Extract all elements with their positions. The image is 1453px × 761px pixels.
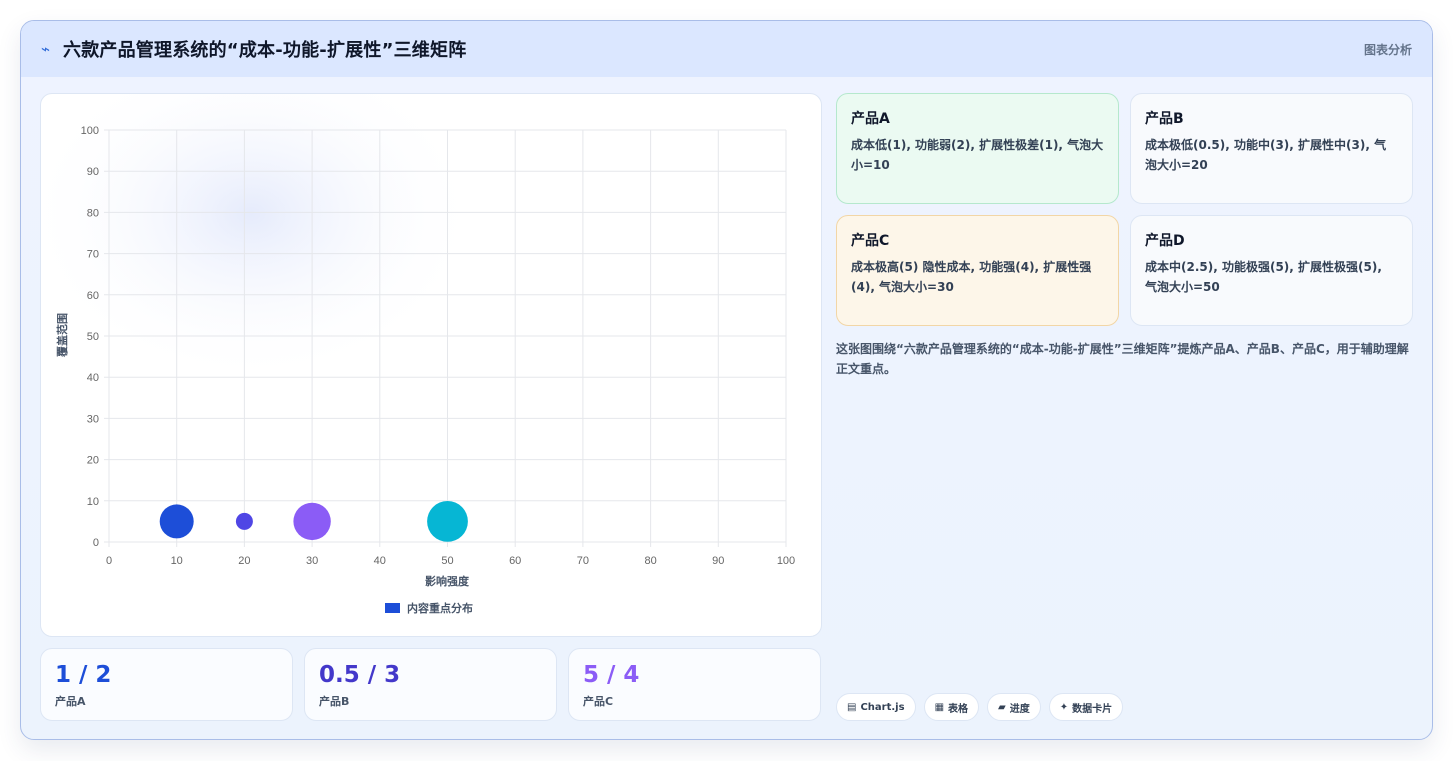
stat-label: 产品C [583, 695, 614, 708]
header-bar: ⌁ 六款产品管理系统的“成本-功能-扩展性”三维矩阵 图表分析 [21, 21, 1432, 77]
product-desc: 成本极低(0.5), 功能中(3), 扩展性中(3), 气泡大小=20 [1145, 138, 1387, 172]
x-tick-label: 10 [171, 555, 183, 567]
product-desc: 成本低(1), 功能弱(2), 扩展性极差(1), 气泡大小=10 [851, 138, 1104, 172]
x-tick-label: 60 [509, 555, 521, 567]
x-axis-title: 影响强度 [425, 574, 470, 588]
y-tick-label: 90 [87, 166, 99, 178]
chip-chartjs[interactable]: ▤ Chart.js [836, 693, 916, 721]
y-tick-label: 10 [87, 496, 99, 508]
legend-label[interactable]: 内容重点分布 [407, 601, 473, 615]
x-tick-label: 70 [577, 555, 589, 567]
y-tick-label: 60 [87, 290, 99, 302]
stat-card-a: 1 / 2 产品A [40, 648, 293, 721]
stat-value: 1 / 2 [55, 662, 112, 688]
product-name: 产品C [851, 233, 890, 249]
x-tick-label: 20 [238, 555, 250, 567]
y-tick-label: 30 [87, 413, 99, 425]
x-tick-label: 30 [306, 555, 318, 567]
chart-caption: 这张图围绕“六款产品管理系统的“成本-功能-扩展性”三维矩阵”提炼产品A、产品B… [836, 342, 1409, 376]
chip-data-card[interactable]: ✦ 数据卡片 [1048, 693, 1124, 721]
chip-label: Chart.js [860, 701, 905, 713]
product-card-d: 产品D 成本中(2.5), 功能极强(5), 扩展性极强(5), 气泡大小=50 [1130, 215, 1413, 326]
bubble-point[interactable] [427, 501, 468, 542]
bubble-point[interactable] [293, 502, 331, 541]
x-tick-label: 50 [441, 555, 453, 567]
product-name: 产品A [851, 111, 890, 127]
stat-value: 5 / 4 [583, 662, 640, 688]
y-tick-label: 0 [93, 537, 99, 549]
product-name: 产品B [1145, 111, 1184, 127]
sparkle-icon: ✦ [1059, 701, 1069, 713]
chart-panel: 0 10 20 30 40 50 60 70 80 90 100 0 10 20 30 40 50 60 70 80… [40, 93, 822, 637]
stat-card-c: 5 / 4 产品C [568, 648, 821, 721]
bubble-point[interactable] [159, 504, 194, 539]
stat-label: 产品A [55, 695, 86, 708]
x-tick-label: 0 [106, 555, 112, 567]
y-tick-label: 80 [87, 207, 99, 219]
chart-analysis-tag[interactable]: 图表分析 [1364, 41, 1412, 58]
y-tick-label: 70 [87, 249, 99, 261]
chart-icon: ▤ [847, 701, 857, 713]
chip-table[interactable]: ▦ 表格 [923, 693, 980, 721]
table-icon: ▦ [934, 701, 945, 713]
x-tick-label: 90 [712, 555, 724, 567]
x-tick-label: 80 [644, 555, 656, 567]
x-tick-label: 100 [777, 555, 795, 567]
chip-label: 进度 [1009, 703, 1030, 715]
legend-swatch[interactable] [385, 603, 400, 613]
chip-label: 数据卡片 [1072, 703, 1113, 715]
product-desc: 成本极高(5) 隐性成本, 功能强(4), 扩展性强(4), 气泡大小=30 [851, 260, 1092, 294]
product-card-a: 产品A 成本低(1), 功能弱(2), 扩展性极差(1), 气泡大小=10 [836, 93, 1119, 204]
product-card-c: 产品C 成本极高(5) 隐性成本, 功能强(4), 扩展性强(4), 气泡大小=… [836, 215, 1119, 326]
pulse-icon: ⌁ [41, 40, 51, 58]
x-tick-label: 40 [374, 555, 386, 567]
stat-label: 产品B [319, 695, 350, 708]
product-desc: 成本中(2.5), 功能极强(5), 扩展性极强(5), 气泡大小=50 [1145, 260, 1382, 294]
progress-icon: ▰ [998, 701, 1006, 713]
bubble-chart: 0 10 20 30 40 50 60 70 80 90 100 0 10 20 30 40 50 60 70 80… [41, 94, 795, 615]
y-tick-label: 40 [87, 372, 99, 384]
chip-label: 表格 [948, 703, 969, 715]
product-card-b: 产品B 成本极低(0.5), 功能中(3), 扩展性中(3), 气泡大小=20 [1130, 93, 1413, 204]
background-glow [41, 94, 481, 384]
bubble-point[interactable] [235, 512, 253, 530]
page-title: 六款产品管理系统的“成本-功能-扩展性”三维矩阵 [63, 40, 467, 61]
chip-progress[interactable]: ▰ 进度 [987, 693, 1041, 721]
y-tick-label: 50 [87, 331, 99, 343]
y-axis-title: 覆盖范围 [55, 313, 69, 357]
main-card: ⌁ 六款产品管理系统的“成本-功能-扩展性”三维矩阵 图表分析 0 10 20 30 4… [20, 20, 1433, 740]
product-name: 产品D [1145, 233, 1185, 249]
y-tick-label: 20 [87, 455, 99, 467]
feature-chips: ▤ Chart.js ▦ 表格 ▰ 进度 ✦ 数据卡片 [836, 693, 1124, 721]
stat-card-b: 0.5 / 3 产品B [304, 648, 557, 721]
stat-value: 0.5 / 3 [319, 662, 401, 688]
y-tick-label: 100 [81, 125, 99, 137]
